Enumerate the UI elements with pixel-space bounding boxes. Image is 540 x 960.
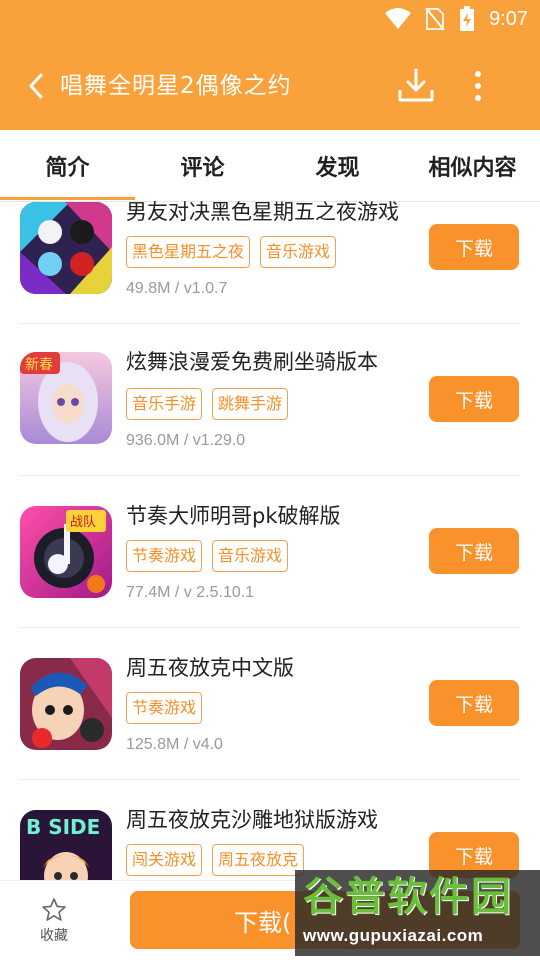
tag[interactable]: 闯关游戏	[126, 844, 203, 876]
tag-list: 节奏游戏	[126, 692, 203, 724]
tab-discover[interactable]: 发现	[270, 130, 405, 201]
app-bar: 唱舞全明星2偶像之约	[0, 56, 540, 116]
tag[interactable]: 音乐游戏	[212, 540, 289, 572]
app-size-version: 936.0M / v1.29.0	[126, 432, 246, 449]
list-item[interactable]: 男友对决黑色星期五之夜游戏 黑色星期五之夜 音乐游戏 49.8M / v1.0.…	[0, 200, 540, 324]
wifi-icon	[385, 8, 412, 29]
download-button[interactable]: 下载	[429, 528, 519, 574]
battery-charging-icon	[460, 6, 475, 31]
bside-icon: B SIDE	[20, 810, 112, 880]
tab-intro[interactable]: 简介	[0, 130, 135, 201]
app-name: 周五夜放克中文版	[126, 656, 294, 680]
tab-bar: 简介 评论 发现 相似内容	[0, 130, 540, 202]
app-detail-screen: 9:07 唱舞全明星2偶像之约 简介 评论 发现 相似内容 男友对决黑色星期五之…	[0, 0, 540, 960]
star-icon	[42, 898, 66, 921]
site-watermark: 谷普软件园 www.gupuxiazai.com	[295, 870, 540, 956]
app-name: 炫舞浪漫爱免费刷坐骑版本	[126, 350, 378, 374]
watermark-title: 谷普软件园	[303, 874, 513, 920]
tab-similar[interactable]: 相似内容	[405, 130, 540, 201]
tag[interactable]: 跳舞手游	[212, 388, 289, 420]
favorite-button[interactable]: 收藏	[24, 897, 84, 947]
fnf-characters-icon	[20, 202, 112, 294]
tab-comments[interactable]: 评论	[135, 130, 270, 201]
list-item[interactable]: 新春 炫舞浪漫爱免费刷坐骑版本 音乐手游 跳舞手游 936.0M / v1.29…	[0, 324, 540, 476]
app-name: 周五夜放克沙雕地狱版游戏	[126, 808, 378, 832]
tag[interactable]: 黑色星期五之夜	[126, 236, 251, 268]
anime-girl-icon: 新春	[20, 352, 112, 444]
tag-list: 闯关游戏 周五夜放克	[126, 844, 305, 876]
main-download-label: 下载(	[234, 908, 292, 937]
app-size-version: 77.4M / v 2.5.10.1	[126, 584, 255, 601]
more-button[interactable]	[466, 68, 490, 104]
svg-text:新春: 新春	[25, 357, 53, 373]
app-name: 男友对决黑色星期五之夜游戏	[126, 200, 399, 224]
list-item[interactable]: 战队 节奏大师明哥pk破解版 节奏游戏 音乐游戏 77.4M / v 2.5.1…	[0, 476, 540, 628]
download-button[interactable]: 下载	[429, 376, 519, 422]
app-size-version: 125.8M / v4.0	[126, 736, 223, 753]
tag[interactable]: 周五夜放克	[212, 844, 305, 876]
back-button[interactable]	[18, 68, 54, 104]
tag[interactable]: 音乐游戏	[260, 236, 337, 268]
svg-text:战队: 战队	[70, 515, 96, 530]
fnf-boyfriend-icon	[20, 658, 112, 750]
download-button[interactable]: 下载	[429, 224, 519, 270]
chevron-left-icon	[29, 73, 43, 99]
download-manager-button[interactable]	[394, 64, 438, 108]
header: 9:07 唱舞全明星2偶像之约	[0, 0, 540, 130]
tag-list: 黑色星期五之夜 音乐游戏	[126, 236, 337, 268]
more-vertical-icon	[475, 71, 481, 101]
tag[interactable]: 节奏游戏	[126, 692, 203, 724]
svg-text:B SIDE: B SIDE	[26, 815, 100, 839]
page-title: 唱舞全明星2偶像之约	[60, 73, 292, 99]
tag-list: 节奏游戏 音乐游戏	[126, 540, 289, 572]
tag[interactable]: 音乐手游	[126, 388, 203, 420]
tag-list: 音乐手游 跳舞手游	[126, 388, 289, 420]
download-icon	[398, 68, 434, 102]
music-note-icon: 战队	[20, 506, 112, 598]
app-size-version: 49.8M / v1.0.7	[126, 280, 228, 297]
app-name: 节奏大师明哥pk破解版	[126, 504, 341, 528]
list-item[interactable]: B SIDE 周五夜放克沙雕地狱版游戏 闯关游戏 周五夜放克 下载	[0, 780, 540, 880]
similar-app-list: 男友对决黑色星期五之夜游戏 黑色星期五之夜 音乐游戏 49.8M / v1.0.…	[0, 200, 540, 880]
tag[interactable]: 节奏游戏	[126, 540, 203, 572]
status-time: 9:07	[489, 7, 528, 30]
download-button[interactable]: 下载	[429, 680, 519, 726]
no-sim-icon	[425, 7, 445, 31]
list-item[interactable]: 周五夜放克中文版 节奏游戏 125.8M / v4.0 下载	[0, 628, 540, 780]
watermark-url: www.gupuxiazai.com	[303, 926, 484, 945]
status-bar: 9:07	[385, 6, 528, 32]
favorite-label: 收藏	[40, 928, 68, 944]
